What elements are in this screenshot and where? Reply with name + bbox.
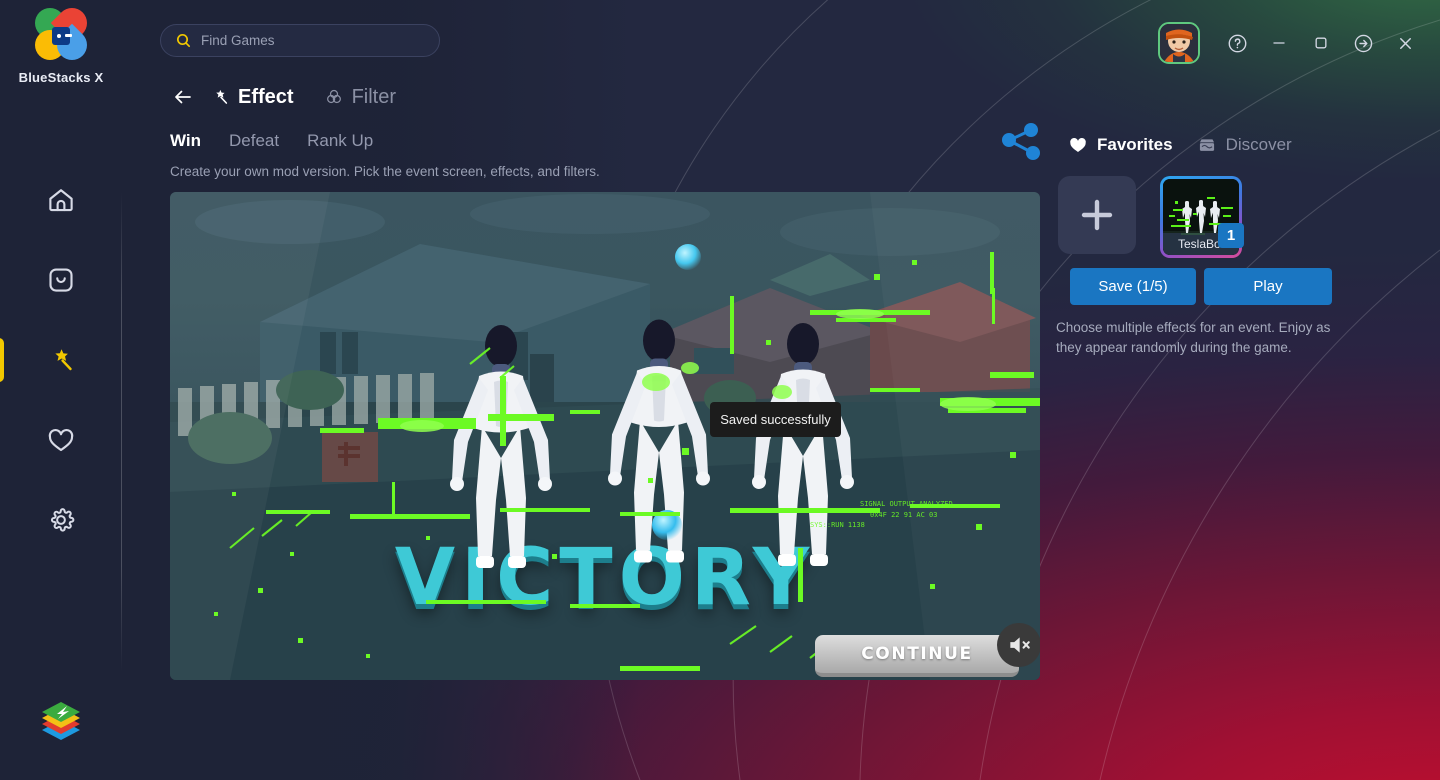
question-circle-icon <box>1228 34 1246 52</box>
panel-actions: Save (1/5) Play <box>1070 268 1332 305</box>
minimize-icon <box>1273 42 1285 44</box>
save-button[interactable]: Save (1/5) <box>1070 268 1196 305</box>
toast-notification: Saved successfully <box>710 402 841 437</box>
add-effect-button[interactable] <box>1058 176 1136 254</box>
panel-helper-text: Choose multiple effects for an event. En… <box>1056 320 1331 355</box>
mode-filter-label: Filter <box>351 85 397 108</box>
play-button[interactable]: Play <box>1204 268 1332 305</box>
effect-card-teslabot[interactable]: TeslaBot 1 <box>1160 176 1244 258</box>
tab-discover-label: Discover <box>1225 134 1292 154</box>
subheader: Effect Filter <box>170 84 396 110</box>
share-button[interactable] <box>1000 120 1044 169</box>
help-button[interactable] <box>1216 23 1258 63</box>
avatar-portrait <box>1160 24 1198 62</box>
arrow-left-icon <box>175 90 191 104</box>
search-input[interactable]: Find Games <box>201 33 275 48</box>
user-avatar[interactable] <box>1158 22 1200 64</box>
tab-win[interactable]: Win <box>170 131 201 151</box>
home-icon <box>49 189 73 212</box>
robot-figure <box>752 323 854 566</box>
close-icon <box>1399 37 1411 49</box>
page-subtitle: Create your own mod version. Pick the ev… <box>170 164 600 179</box>
cyan-orb <box>652 510 682 540</box>
tab-favorites-label: Favorites <box>1097 134 1173 154</box>
sidebar-item-home[interactable] <box>0 160 122 240</box>
right-panel: Favorites Discover TeslaBot 1 Save (1/5)… <box>1000 120 1380 355</box>
brand-name: BlueStacks X <box>18 70 104 85</box>
sidebar-item-favorites[interactable] <box>0 400 122 480</box>
mode-effect-label: Effect <box>238 85 294 108</box>
speaker-mute-icon <box>1010 637 1030 653</box>
close-button[interactable] <box>1384 23 1426 63</box>
effect-preview-stage[interactable]: VICTORY SIGNAL OUTPUT ANALYZED 0x4F 22 9… <box>170 192 1040 680</box>
plus-icon <box>1081 199 1113 231</box>
sidebar-item-my-games[interactable] <box>0 240 122 320</box>
cyan-orb <box>675 244 701 270</box>
three-circles-icon <box>326 89 341 104</box>
mode-filter[interactable]: Filter <box>324 86 396 109</box>
window-controls <box>1158 22 1426 64</box>
store-icon <box>1199 138 1214 151</box>
tab-favorites[interactable]: Favorites <box>1068 135 1173 155</box>
mode-effect[interactable]: Effect <box>210 86 294 109</box>
right-panel-tabs: Favorites Discover <box>1000 120 1380 169</box>
sidebar-nav <box>0 160 122 560</box>
bluestacks-petal-logo <box>28 1 94 67</box>
tab-rank-up[interactable]: Rank Up <box>307 131 373 151</box>
sidebar-item-settings[interactable] <box>0 480 122 560</box>
bluestacks-stack-logo[interactable] <box>0 700 122 758</box>
back-button[interactable] <box>170 84 196 110</box>
bluestacks-stack-logo-glyph <box>42 702 80 740</box>
effect-card-list: TeslaBot 1 <box>1058 176 1244 258</box>
arrow-right-circle-icon <box>1354 34 1372 52</box>
left-sidebar: BlueStacks X <box>0 0 122 780</box>
continue-button-group: CONTINUE <box>815 623 1040 677</box>
sidebar-active-indicator <box>0 338 4 382</box>
continue-button[interactable]: CONTINUE <box>815 635 1019 677</box>
popout-button[interactable] <box>1342 23 1384 63</box>
minimize-button[interactable] <box>1258 23 1300 63</box>
search-bar[interactable]: Find Games <box>160 24 440 57</box>
magic-wand-icon <box>55 349 72 371</box>
magic-wand-icon <box>216 89 228 104</box>
effect-card-badge: 1 <box>1218 223 1244 248</box>
app-box-icon <box>49 268 73 292</box>
heart-icon <box>48 428 74 452</box>
mute-button[interactable] <box>997 623 1040 667</box>
event-tabs: Win Defeat Rank Up <box>170 131 373 151</box>
tab-defeat[interactable]: Defeat <box>229 131 279 151</box>
search-icon <box>176 33 191 48</box>
heart-filled-icon <box>1070 137 1086 152</box>
share-nodes-icon <box>1002 123 1040 160</box>
robot-figure <box>450 325 552 568</box>
tab-discover[interactable]: Discover <box>1197 135 1292 155</box>
gear-icon <box>50 508 75 532</box>
maximize-icon <box>1315 37 1327 49</box>
sidebar-item-effects[interactable] <box>0 320 122 400</box>
maximize-button[interactable] <box>1300 23 1342 63</box>
brand-block: BlueStacks X <box>0 1 122 85</box>
bluestacks-window: BlueStacks X Find Games Effect Filter Wi… <box>0 0 1440 780</box>
